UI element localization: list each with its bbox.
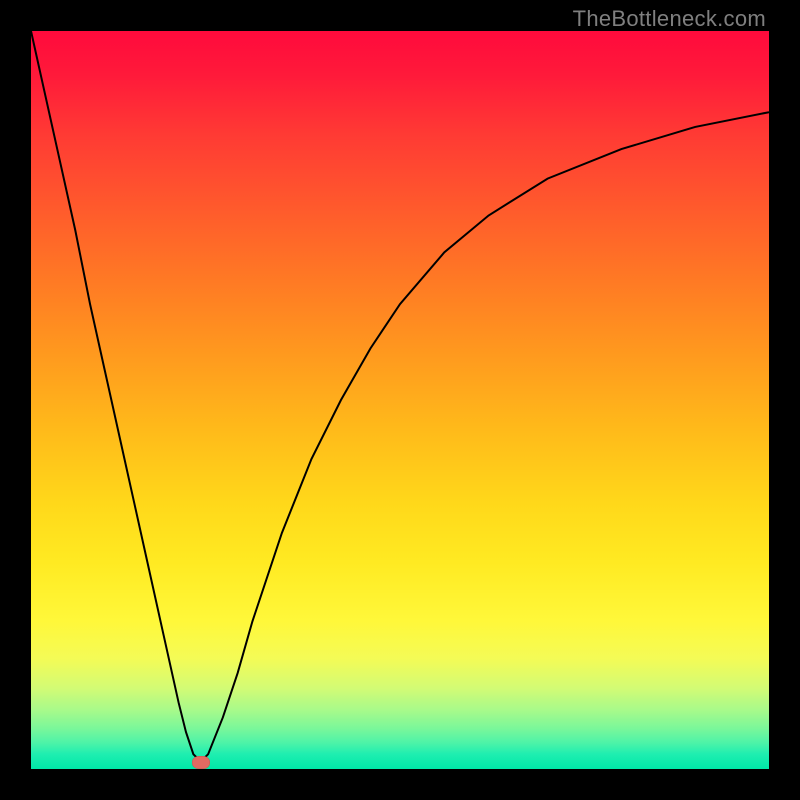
chart-frame: TheBottleneck.com [0, 0, 800, 800]
plot-area [31, 31, 769, 769]
watermark-text: TheBottleneck.com [573, 6, 766, 32]
bottleneck-curve [31, 31, 769, 769]
curve-path [31, 31, 769, 762]
min-point-marker [192, 756, 210, 769]
